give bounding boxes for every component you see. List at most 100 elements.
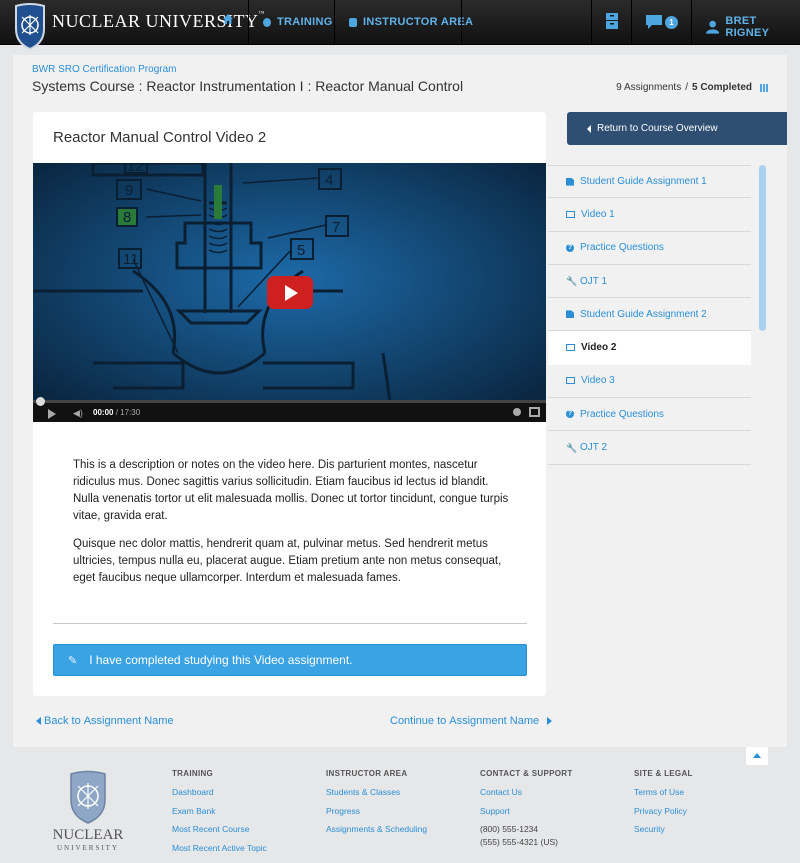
footer-link[interactable]: Assignments & Scheduling — [326, 824, 427, 843]
sidebar-item-label: Student Guide Assignment 1 — [580, 176, 707, 188]
fullscreen-icon[interactable] — [529, 407, 540, 417]
svg-text:9: 9 — [125, 182, 133, 199]
assignment-count: 9 Assignments — [616, 82, 682, 93]
sidebar-item-label: Practice Questions — [580, 408, 664, 420]
sidebar-item[interactable]: 🔧 OJT 1 — [548, 265, 751, 299]
footer-link[interactable]: Privacy Policy — [634, 806, 693, 825]
footer-column: CONTACT & SUPPORT Contact Us Support (800) … — [480, 769, 573, 850]
next-target: Assignment Name — [449, 715, 540, 727]
svg-text:5: 5 — [297, 242, 305, 259]
document-icon — [566, 177, 574, 186]
nav-training-label: TRAINING — [277, 16, 333, 28]
sidebar-item[interactable]: Student Guide Assignment 1 — [548, 165, 751, 199]
top-navigation-bar: NUCLEAR UNIVERSITY™ TRAINING INSTRUCTOR … — [0, 0, 800, 45]
footer-link[interactable]: Contact Us — [480, 787, 573, 806]
page-breadcrumb: Systems Course : Reactor Instrumentation… — [32, 78, 464, 94]
page-title: Reactor Manual Control Video 2 — [53, 129, 267, 146]
return-label: Return to Course Overview — [597, 123, 718, 134]
sidebar-item[interactable]: Student Guide Assignment 2 — [548, 298, 751, 332]
nav-divider — [691, 0, 692, 45]
user-icon — [706, 20, 720, 34]
description-paragraph: Quisque nec dolor mattis, hendrerit quam… — [73, 538, 502, 584]
video-scrubber[interactable] — [36, 397, 45, 406]
volume-icon[interactable]: ◀) — [73, 409, 83, 418]
messages-icon[interactable] — [646, 15, 662, 34]
wrench-icon: 🔧 — [566, 442, 578, 453]
user-name: BRET RIGNEY — [725, 15, 770, 39]
program-link[interactable]: BWR SRO Certification Program — [32, 64, 176, 75]
footer-heading: INSTRUCTOR AREA — [326, 769, 408, 778]
video-time: 00:00 / 17:30 — [93, 408, 141, 417]
video-progress-bar[interactable] — [33, 400, 546, 403]
nav-instructor-area[interactable]: INSTRUCTOR AREA — [349, 16, 473, 28]
play-button[interactable] — [267, 276, 313, 309]
notification-badge[interactable]: 1 — [665, 16, 678, 29]
footer-link[interactable]: Exam Bank — [172, 806, 267, 825]
sidebar-item-label: Video 3 — [581, 375, 615, 387]
mark-complete-button[interactable]: ✎ I have completed studying this Video a… — [53, 644, 527, 676]
play-control-icon[interactable] — [48, 409, 56, 419]
next-prefix: Continue to — [390, 715, 447, 727]
completed-count: 5 Completed — [691, 82, 752, 93]
back-prefix: Back to — [44, 715, 81, 727]
sidebar-item[interactable]: Video 1 — [548, 198, 751, 232]
continue-link[interactable]: Continue to Assignment Name — [390, 715, 553, 727]
svg-text:11: 11 — [123, 251, 139, 268]
sidebar-item-label: OJT 2 — [580, 442, 608, 454]
video-icon — [566, 210, 575, 218]
files-icon[interactable] — [606, 13, 618, 34]
document-icon — [566, 310, 574, 319]
footer-heading: SITE & LEGAL — [634, 769, 693, 778]
sidebar-item-label: Video 1 — [581, 208, 615, 220]
video-controls: ◀) 00:00 / 17:30 — [33, 397, 546, 422]
assignment-list: Student Guide Assignment 1 Video 1? Practi… — [548, 165, 751, 465]
svg-text:4: 4 — [325, 172, 333, 189]
return-to-overview-button[interactable]: Return to Course Overview — [567, 112, 787, 145]
mark-complete-label: I have completed studying this Video ass… — [89, 653, 353, 667]
svg-text:7: 7 — [332, 219, 340, 236]
footer-link[interactable]: Most Recent Course — [172, 824, 267, 843]
footer-column: SITE & LEGAL Terms of Use Privacy Policy Se… — [634, 769, 693, 843]
settings-icon[interactable] — [513, 408, 521, 416]
footer-link[interactable]: Terms of Use — [634, 787, 693, 806]
home-icon[interactable] — [222, 13, 238, 29]
footer-logo-word: NUCLEAR — [52, 827, 124, 843]
nav-divider — [631, 0, 632, 45]
assignment-summary: 9 Assignments / 5 Completed — [616, 82, 768, 93]
sidebar-item[interactable]: 🔧 OJT 2 — [548, 431, 751, 465]
shield-logo-icon[interactable] — [14, 3, 46, 51]
footer-link[interactable]: Support — [480, 806, 573, 825]
footer-logo[interactable]: NUCLEAR UNIVERSITY — [48, 770, 128, 856]
wrench-icon: 🔧 — [566, 276, 578, 287]
sidebar-item[interactable]: ? Practice Questions — [548, 232, 751, 265]
video-description: This is a description or notes on the vi… — [73, 457, 513, 598]
nav-divider — [461, 0, 462, 45]
nav-divider — [334, 0, 335, 45]
back-link[interactable]: Back to Assignment Name — [36, 715, 174, 727]
back-to-top-button[interactable] — [746, 747, 768, 765]
user-menu[interactable]: BRET RIGNEY — [706, 15, 800, 39]
sidebar-scrollbar[interactable] — [759, 165, 766, 331]
nav-training[interactable]: TRAINING — [263, 16, 333, 28]
footer-link[interactable]: Security — [634, 824, 693, 843]
training-icon — [263, 17, 271, 27]
sidebar-item[interactable]: ? Practice Questions — [548, 398, 751, 432]
sidebar-item[interactable]: Video 2 — [548, 331, 751, 365]
footer-link[interactable]: Progress — [326, 806, 427, 825]
question-icon: ? — [566, 410, 574, 419]
svg-text:12: 12 — [127, 163, 144, 175]
footer-logo-subword: UNIVERSITY — [57, 844, 119, 852]
question-icon: ? — [566, 243, 574, 252]
progress-chart-icon[interactable] — [760, 83, 768, 92]
video-icon — [566, 344, 575, 352]
footer-link[interactable]: Students & Classes — [326, 787, 427, 806]
divider — [53, 623, 527, 624]
chevron-left-icon — [36, 717, 41, 725]
summary-separator: / — [685, 82, 688, 93]
sidebar-item[interactable]: Video 3 — [548, 365, 751, 399]
footer-link[interactable]: Most Recent Active Topic — [172, 843, 267, 862]
footer-heading: TRAINING — [172, 769, 214, 778]
footer-link[interactable]: Dashboard — [172, 787, 267, 806]
chevron-left-icon — [587, 124, 591, 133]
footer-phone: (800) 555-1234 — [480, 824, 539, 835]
